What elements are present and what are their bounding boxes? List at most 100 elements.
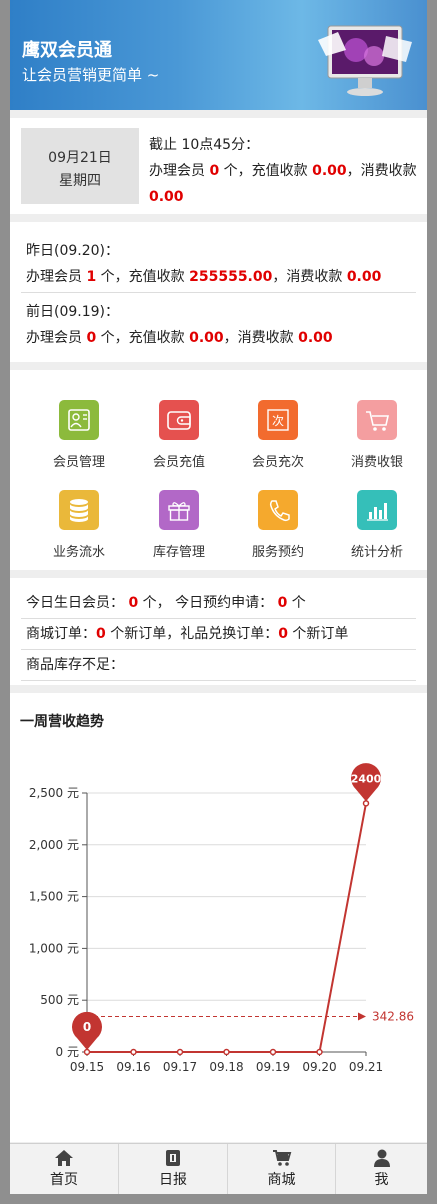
divider (21, 292, 416, 293)
today-stats-line: 办理会员 0 个，充值收款 0.00，消费收款 (149, 158, 421, 184)
members-prefix: 办理会员 (26, 269, 82, 285)
gift-icon (159, 490, 199, 530)
gift-order-unit: 个新订单 (292, 626, 349, 642)
consume-checkout-button[interactable]: 消费收银 (327, 400, 427, 480)
cart-icon (357, 400, 397, 440)
mark-point-label: 0 (83, 1020, 91, 1034)
average-mark-label: 342.86 (372, 1009, 414, 1023)
yesterday-summary: 昨日(09.20)： 办理会员 1 个，充值收款 255555.00，消费收款 … (26, 238, 416, 290)
average-mark-arrow (358, 1012, 366, 1021)
x-tick-label: 09.17 (163, 1060, 197, 1074)
mark-point-label: 2400 (351, 772, 382, 785)
service-booking-button[interactable]: 服务预约 (228, 490, 328, 570)
header-banner: 鹰双会员通 让会员营销更简单 ~ (10, 0, 427, 110)
user-icon (373, 1149, 390, 1167)
daybefore-members-count: 0 (86, 330, 97, 346)
report-icon (166, 1150, 180, 1166)
stock-warning-label: 商品库存不足： (26, 657, 124, 673)
weekly-revenue-chart-card: 一周营收趋势 0 元 500 元 1,000 元 1,500 元 2,000 元 2,50… (10, 693, 427, 1142)
mall-order-unit: 个新订单，礼品兑换订单： (110, 626, 279, 642)
tab-label: 商城 (267, 1172, 296, 1188)
today-date: 09月21日 (48, 150, 112, 166)
birthday-unit: 个， (142, 595, 171, 611)
tab-home[interactable]: 首页 (10, 1144, 119, 1194)
y-tick-label: 2,500 元 (29, 786, 79, 800)
cutoff-time: 截止 10点45分： (149, 137, 260, 153)
orders-row[interactable]: 商城订单：0 个新订单，礼品兑换订单：0 个新订单 (21, 619, 416, 650)
today-consume-amount: 0.00 (149, 189, 184, 205)
inventory-management-button[interactable]: 库存管理 (129, 490, 229, 570)
function-label: 消费收银 (350, 455, 403, 470)
date-box: 09月21日 星期四 (21, 128, 139, 204)
y-tick-label: 1,500 元 (29, 890, 79, 904)
birthday-count: 0 (128, 595, 139, 611)
function-label: 会员充值 (152, 455, 205, 470)
today-weekday: 星期四 (59, 173, 101, 189)
today-stats: 截止 10点45分： 办理会员 0 个，充值收款 0.00，消费收款 0.00 (149, 132, 421, 210)
function-label: 服务预约 (251, 545, 304, 560)
tab-label: 我 (374, 1172, 389, 1188)
birthday-booking-row[interactable]: 今日生日会员： 0 个， 今日预约申请： 0 个 (21, 588, 416, 619)
daybefore-recharge-amount: 0.00 (189, 330, 224, 346)
revenue-data-point (223, 1048, 230, 1056)
shop-cart-icon (272, 1150, 291, 1166)
yesterday-label: 昨日(09.20)： (26, 243, 120, 259)
booking-label: 今日预约申请： (175, 595, 274, 611)
yesterday-consume-amount: 0.00 (346, 269, 382, 285)
members-prefix: 办理会员 (149, 163, 205, 179)
x-tick-label: 09.19 (256, 1060, 290, 1074)
tab-label: 日报 (159, 1172, 187, 1188)
member-times-button[interactable]: 次 会员充次 (228, 400, 328, 480)
x-tick-label: 09.21 (349, 1060, 383, 1074)
business-flow-button[interactable]: 业务流水 (29, 490, 129, 570)
revenue-data-point (269, 1048, 277, 1056)
function-label: 业务流水 (52, 545, 105, 560)
x-tick-label: 09.18 (209, 1060, 243, 1074)
member-card-icon (59, 400, 99, 440)
member-management-button[interactable]: 会员管理 (29, 400, 129, 480)
revenue-series-line (87, 803, 367, 1053)
times-stamp-icon: 次 (258, 400, 298, 440)
monitor-illustration-icon (318, 25, 412, 96)
revenue-data-point (83, 1048, 91, 1056)
app-screen: 鹰双会员通 让会员营销更简单 ~ 09月21日 星期四 截止 10点45分： 办… (10, 0, 427, 1194)
daybefore-label: 前日(09.19)： (26, 304, 120, 320)
gift-order-count: 0 (278, 626, 288, 642)
daybefore-summary: 前日(09.19)： 办理会员 0 个，充值收款 0.00，消费收款 0.00 (26, 299, 416, 351)
bar-chart-icon (357, 490, 397, 530)
today-members-count: 0 (209, 163, 220, 179)
notice-card: 今日生日会员： 0 个， 今日预约申请： 0 个 商城订单： 0 个新订单，礼品兑… (10, 578, 427, 685)
revenue-data-point (316, 1048, 323, 1056)
function-label: 会员管理 (52, 455, 105, 470)
consume-prefix: ，消费收款 (346, 163, 417, 179)
daybefore-consume-amount: 0.00 (298, 330, 333, 346)
tab-report[interactable]: 日报 (119, 1144, 228, 1194)
y-tick-label: 0 元 (56, 1045, 79, 1059)
revenue-data-point (362, 800, 370, 807)
members-suffix: 个，充值收款 (223, 163, 308, 179)
function-grid: 会员管理 会员充值 次 会员充次 消费收银 业务流水 库存管理 服务预约 统计分… (10, 370, 427, 570)
consume-prefix: ，消费收款 (223, 330, 294, 346)
booking-count: 0 (277, 595, 288, 611)
stock-warning-row[interactable]: 商品库存不足： (21, 650, 416, 681)
mall-order-label: 商城订单： (26, 626, 96, 642)
birthday-label: 今日生日会员： (26, 595, 124, 611)
x-tick-label: 09.16 (116, 1060, 150, 1074)
statistics-button[interactable]: 统计分析 (327, 490, 427, 570)
members-suffix: 个，充值收款 (100, 269, 185, 285)
home-icon (55, 1150, 73, 1166)
svg-text:次: 次 (272, 414, 284, 428)
tab-shop[interactable]: 商城 (228, 1144, 336, 1194)
members-prefix: 办理会员 (26, 330, 82, 346)
today-summary-card: 09月21日 星期四 截止 10点45分： 办理会员 0 个，充值收款 0.00… (10, 118, 427, 214)
wallet-icon (159, 400, 199, 440)
today-recharge-amount: 0.00 (312, 163, 347, 179)
app-name: 鹰双会员通 (22, 40, 112, 61)
bottom-tab-bar: 首页 日报 商城 我 (10, 1143, 427, 1194)
database-icon (59, 490, 99, 530)
y-tick-label: 1,000 元 (29, 941, 79, 955)
tab-me[interactable]: 我 (336, 1144, 427, 1194)
member-recharge-button[interactable]: 会员充值 (129, 400, 229, 480)
y-tick-label: 2,000 元 (29, 838, 79, 852)
consume-prefix: ，消费收款 (272, 269, 343, 285)
